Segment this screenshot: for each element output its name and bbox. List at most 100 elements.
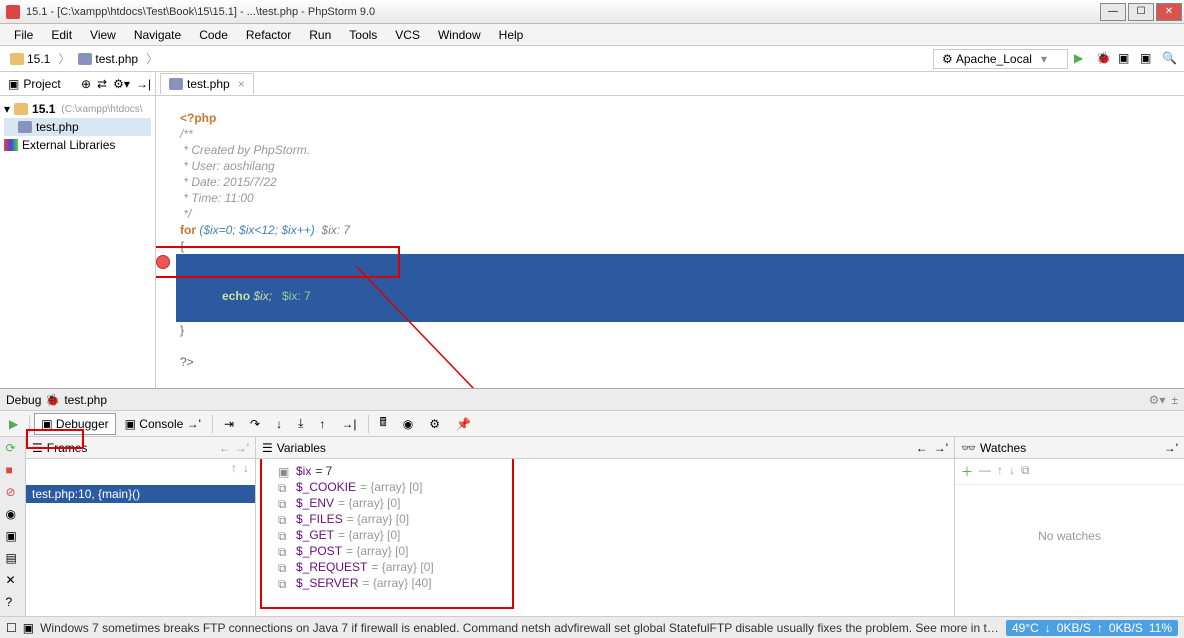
menu-window[interactable]: Window <box>430 26 489 44</box>
variables-title: Variables <box>277 441 326 455</box>
maximize-button[interactable]: ☐ <box>1128 3 1154 21</box>
editor[interactable]: <?php /** * Created by PhpStorm. * User:… <box>156 96 1184 388</box>
settings-icon[interactable]: ⚙▾ <box>1149 393 1166 407</box>
next-frame-icon[interactable]: →' <box>235 441 249 455</box>
sidebar-settings-icon[interactable]: ⚙▾ <box>113 77 130 91</box>
remove-watch-icon[interactable]: — <box>979 463 991 480</box>
layout-icon[interactable]: ▣ <box>6 529 20 543</box>
editor-area: test.php × <?php /** * Created by PhpSto… <box>156 72 1184 388</box>
minimize-button[interactable]: — <box>1100 3 1126 21</box>
help-icon[interactable]: ? <box>6 595 20 609</box>
variable-icon: ⧉ <box>278 561 292 573</box>
variable-row[interactable]: ⧉$_REQUEST = {array} [0] <box>278 559 948 575</box>
run-config-label: Apache_Local <box>956 52 1032 66</box>
menu-view[interactable]: View <box>82 26 124 44</box>
close-icon[interactable]: ✕ <box>6 573 20 587</box>
pin-icon[interactable]: 📌 <box>449 413 478 435</box>
variable-name: $_REQUEST <box>296 560 367 574</box>
menu-file[interactable]: File <box>6 26 41 44</box>
code-text: * Date: 2015/7/22 <box>180 174 1184 190</box>
toolbar-icon[interactable]: ▣ <box>1118 51 1134 67</box>
close-button[interactable]: ✕ <box>1156 3 1182 21</box>
tree-root-path: (C:\xampp\htdocs\ <box>61 104 142 115</box>
menu-navigate[interactable]: Navigate <box>126 26 189 44</box>
evaluate-icon[interactable]: 🖩 <box>373 409 394 438</box>
app-icon <box>6 5 20 19</box>
tab-console[interactable]: ▣ Console →' <box>118 413 208 435</box>
watch-down-icon[interactable]: ↓ <box>1009 463 1015 480</box>
tree-file[interactable]: test.php <box>4 118 151 136</box>
variable-row[interactable]: ⧉$_ENV = {array} [0] <box>278 495 948 511</box>
variable-row[interactable]: ⧉$_GET = {array} [0] <box>278 527 948 543</box>
show-execution-point-icon[interactable]: ⇥ <box>217 413 241 435</box>
toolbar-icon[interactable]: ▣ <box>1140 51 1156 67</box>
run-config-select[interactable]: ⚙ Apache_Local ▾ <box>933 49 1068 69</box>
watch-up-icon[interactable]: ↑ <box>997 463 1003 480</box>
sidebar-tool-icon[interactable]: ⇄ <box>97 77 107 91</box>
copy-icon[interactable]: ⧉ <box>1021 463 1030 480</box>
stop-icon[interactable]: ■ <box>6 463 20 477</box>
menu-vcs[interactable]: VCS <box>387 26 428 44</box>
editor-tab[interactable]: test.php × <box>160 73 254 94</box>
menu-refactor[interactable]: Refactor <box>238 26 299 44</box>
settings-icon[interactable]: ⚙ <box>422 413 447 435</box>
frames-icon: ☰ <box>32 441 43 455</box>
panel-tool-icon[interactable]: ← <box>916 441 928 455</box>
run-button[interactable]: ▶ <box>1074 51 1090 67</box>
status-message: Windows 7 sometimes breaks FTP connectio… <box>40 621 1000 635</box>
watch-icon[interactable]: ◉ <box>396 413 420 435</box>
variable-row[interactable]: ⧉$_FILES = {array} [0] <box>278 511 948 527</box>
menu-edit[interactable]: Edit <box>43 26 80 44</box>
project-tab[interactable]: ▣ Project <box>4 75 65 93</box>
resume-button[interactable]: ▶ <box>2 413 25 435</box>
tree-root[interactable]: ▾ 15.1 (C:\xampp\htdocs\ <box>4 100 151 118</box>
search-icon[interactable]: 🔍 <box>1162 51 1178 67</box>
frame-row[interactable]: test.php:10, {main}() <box>26 485 255 503</box>
breadcrumb-folder[interactable]: 15.1 <box>6 50 54 68</box>
step-into-icon[interactable]: ↓ <box>269 413 289 435</box>
system-meter: 49°C ↓0KB/S ↑0KB/S 11% <box>1006 620 1178 636</box>
debug-button[interactable]: 🐞 <box>1096 51 1112 67</box>
variable-name: $_FILES <box>296 512 343 526</box>
variable-name: $_COOKIE <box>296 480 356 494</box>
layout-icon[interactable]: ▤ <box>6 551 20 565</box>
panel-tool-icon[interactable]: →' <box>1164 441 1178 455</box>
project-tab-label: Project <box>23 77 60 91</box>
variable-row[interactable]: ⧉$_SERVER = {array} [40] <box>278 575 948 591</box>
variable-row[interactable]: ▣$ix = 7 <box>278 463 948 479</box>
view-breakpoints-icon[interactable]: ◉ <box>6 507 20 521</box>
tab-close-icon[interactable]: × <box>238 77 245 91</box>
menu-run[interactable]: Run <box>301 26 339 44</box>
tree-external-libs[interactable]: External Libraries <box>4 136 151 154</box>
up-icon: ↑ <box>1097 621 1103 635</box>
sidebar-collapse-icon[interactable]: →| <box>136 77 151 91</box>
rerun-icon[interactable]: ⟳ <box>6 441 20 455</box>
variable-row[interactable]: ⧉$_COOKIE = {array} [0] <box>278 479 948 495</box>
status-icon[interactable]: ▣ <box>23 621 34 635</box>
sidebar-tool-icon[interactable]: ⊕ <box>81 77 91 91</box>
menu-tools[interactable]: Tools <box>341 26 385 44</box>
add-watch-icon[interactable]: ＋ <box>961 463 973 480</box>
breakpoint-icon[interactable] <box>156 255 170 269</box>
collapse-icon[interactable]: ± <box>1171 393 1178 407</box>
menu-help[interactable]: Help <box>491 26 532 44</box>
frame-up-icon[interactable]: ↑ <box>231 461 237 479</box>
step-over-icon[interactable]: ↷ <box>243 413 267 435</box>
step-out-icon[interactable]: ↑ <box>312 413 332 435</box>
variable-row[interactable]: ⧉$_POST = {array} [0] <box>278 543 948 559</box>
run-to-cursor-icon[interactable]: →| <box>334 413 363 435</box>
php-file-icon <box>78 53 92 65</box>
frames-title: Frames <box>47 441 88 455</box>
panel-tool-icon[interactable]: →' <box>934 441 948 455</box>
status-icon[interactable]: ☐ <box>6 621 17 635</box>
variable-value: = {array} [0] <box>338 496 400 510</box>
breadcrumb-sep: 〉 <box>146 50 158 67</box>
frame-down-icon[interactable]: ↓ <box>243 461 249 479</box>
prev-frame-icon[interactable]: ← <box>219 441 231 455</box>
tab-debugger[interactable]: ▣ Debugger <box>34 413 115 435</box>
breadcrumb-file[interactable]: test.php <box>74 50 142 68</box>
force-step-into-icon[interactable]: ⤓ <box>291 412 310 435</box>
menu-code[interactable]: Code <box>191 26 236 44</box>
mute-icon[interactable]: ⊘ <box>6 485 20 499</box>
debug-file-label: test.php <box>64 393 107 407</box>
